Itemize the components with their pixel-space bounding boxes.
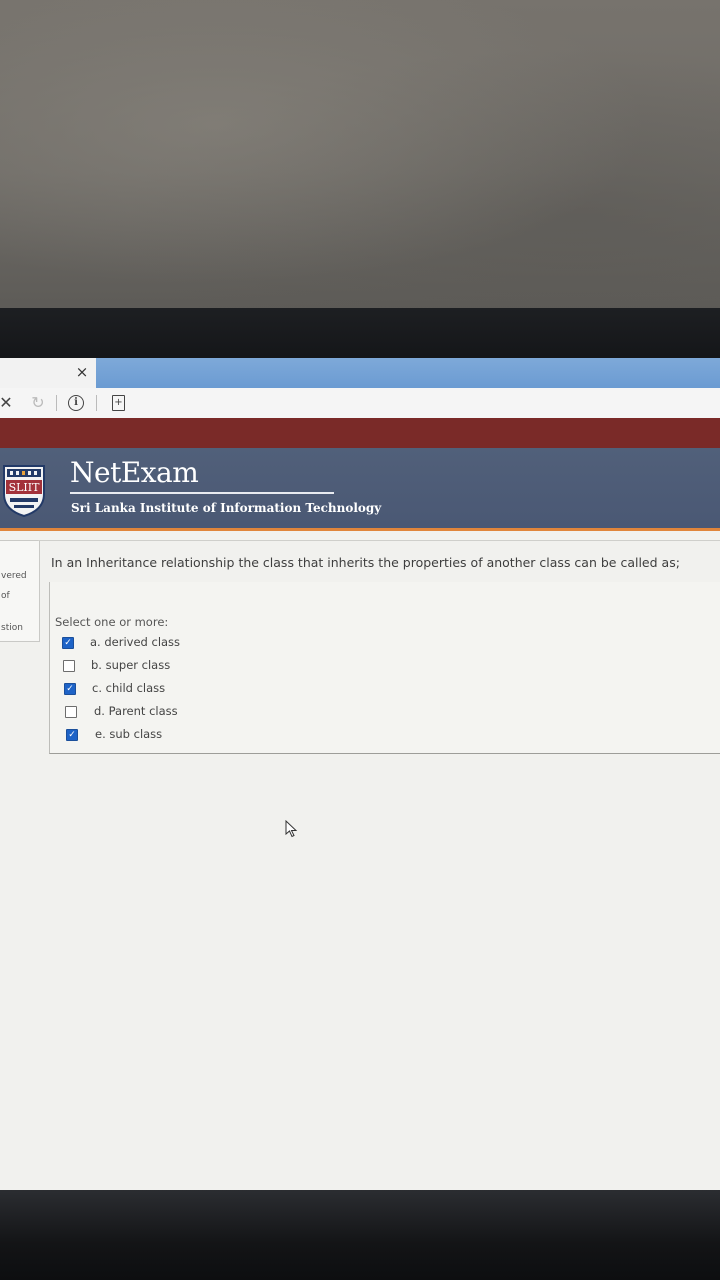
sliit-logo: SLIIT [3,465,45,518]
option-label: a. derived class [90,635,181,649]
answer-option[interactable]: ✓ a. derived class [0,634,400,652]
mouse-cursor-icon [285,820,298,838]
answer-option[interactable]: ✓ e. sub class [0,726,400,744]
browser-screen: × ✕ ↻ i + SLIIT NetExam Sri Lanka Instit… [0,358,720,1192]
info-panel-text: stion [1,623,23,633]
laptop-bezel-bottom [0,1190,720,1280]
answer-option[interactable]: d. Parent class [0,703,400,721]
info-panel-text: vered [1,571,27,581]
laptop-bezel-top [0,308,720,362]
header-accent-line [0,528,720,531]
answer-prompt: Select one or more: [55,615,169,629]
toolbar-divider [56,395,57,411]
browser-tab[interactable]: × [0,358,96,388]
brand-divider [70,492,334,494]
browser-toolbar: ✕ ↻ [0,388,720,419]
checkbox-checked[interactable]: ✓ [64,683,76,695]
page-icon[interactable]: + [112,395,125,411]
question-info-panel: vered of stion [0,540,40,642]
brand-title: NetExam [70,456,199,489]
tab-strip: × [0,358,720,388]
brand-subtitle: Sri Lanka Institute of Information Techn… [71,501,382,515]
stop-icon[interactable]: ✕ [0,393,16,413]
svg-text:SLIIT: SLIIT [9,481,41,494]
question-text: In an Inheritance relationship the class… [51,555,680,570]
answer-option[interactable]: ✓ c. child class [0,680,400,698]
checkbox-unchecked[interactable] [65,706,77,718]
checkbox-checked[interactable]: ✓ [62,637,74,649]
checkbox-unchecked[interactable] [63,660,75,672]
info-panel-text: of [1,591,10,601]
reload-icon[interactable]: ↻ [28,393,48,413]
close-tab-icon[interactable]: × [74,364,90,380]
background-wall [0,0,720,312]
header-red-band [0,418,720,448]
tab-strip-background [96,358,720,388]
site-info-icon[interactable]: i [68,395,84,411]
answer-option[interactable]: b. super class [0,657,400,675]
option-label: c. child class [92,681,166,695]
option-label: d. Parent class [94,704,178,718]
option-label: e. sub class [95,727,163,741]
option-label: b. super class [91,658,171,672]
checkbox-checked[interactable]: ✓ [66,729,78,741]
toolbar-divider [96,395,97,411]
